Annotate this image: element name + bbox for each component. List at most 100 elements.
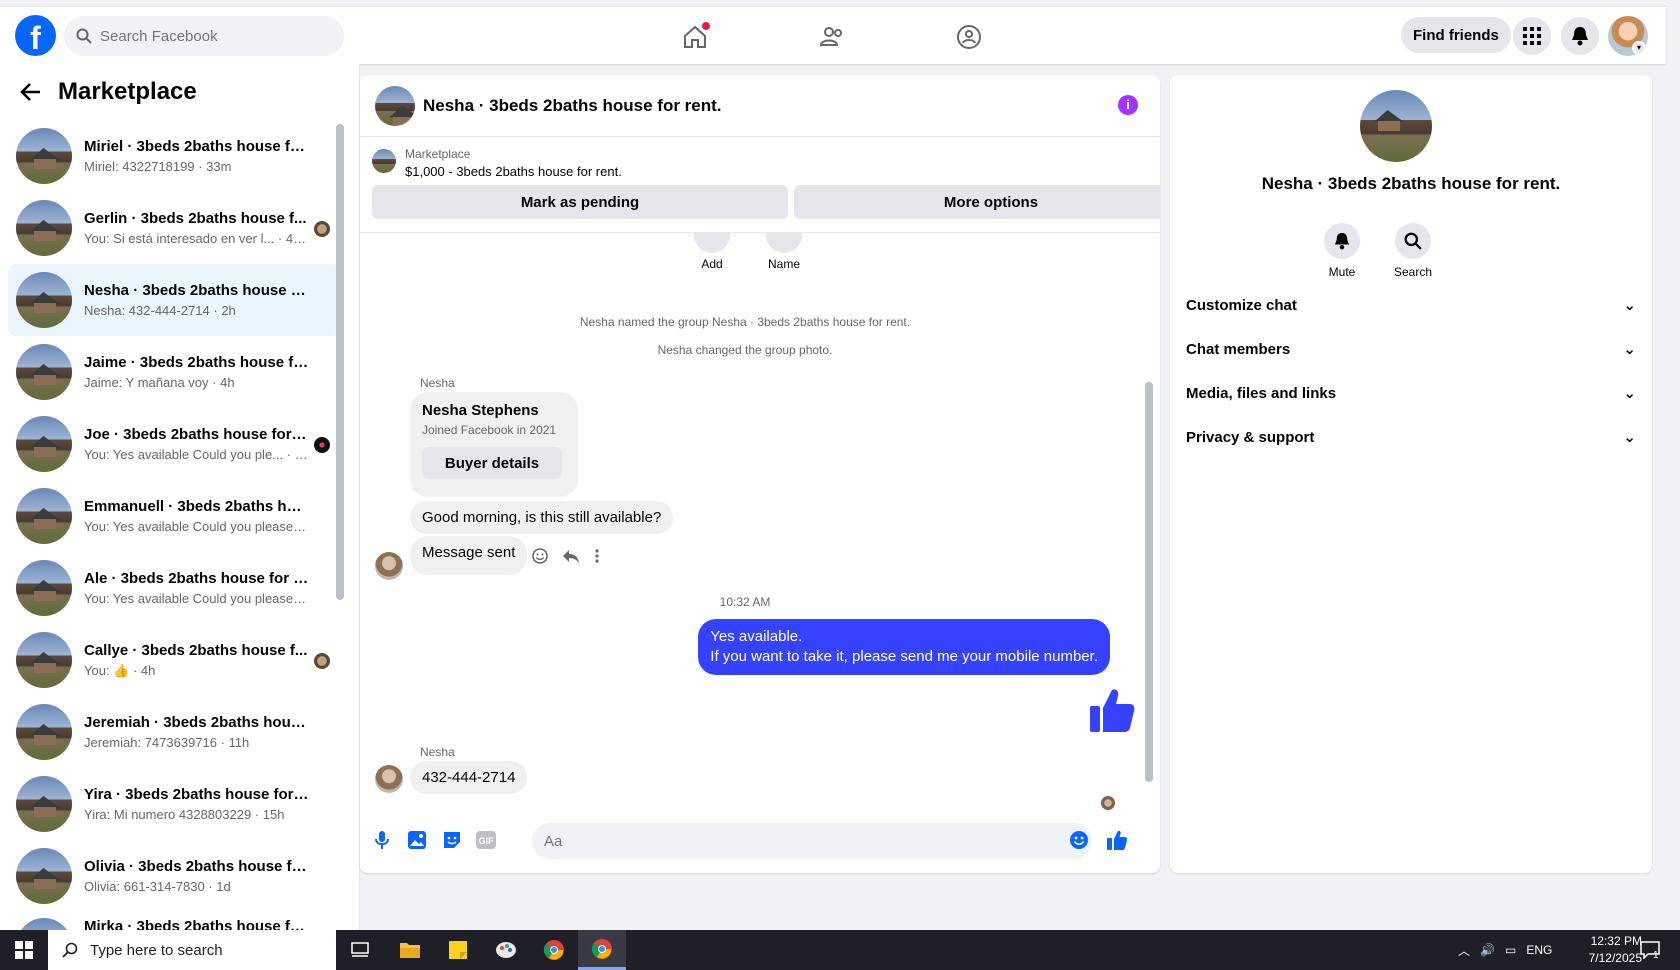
conversation-item[interactable]: Olivia · 3beds 2baths house for r... Oliv…: [8, 840, 338, 912]
conversation-preview: Jeremiah: 7473639716 · 11h: [84, 735, 250, 750]
listing-thumbnail: [16, 776, 72, 832]
system-clock[interactable]: 12:32 PM 7/12/2025: [1562, 933, 1642, 967]
conversation-item[interactable]: Joe · 3beds 2baths house for r... You: Ye…: [8, 408, 338, 480]
conversation-item[interactable]: Yira · 3beds 2baths house for rent. Yira:…: [8, 768, 338, 840]
name-group-action[interactable]: Name: [754, 233, 814, 271]
conversation-title: Miriel · 3beds 2baths house for r...: [84, 138, 309, 155]
search-in-conversation-action[interactable]: Search: [1383, 223, 1443, 279]
gif-icon[interactable]: GIF: [475, 829, 497, 851]
search-input[interactable]: [100, 27, 320, 45]
buyer-joined: Joined Facebook in 2021: [422, 423, 557, 437]
chevron-down-icon: ⌄: [1623, 385, 1636, 402]
conversation-item[interactable]: Miriel · 3beds 2baths house for r... Miri…: [8, 120, 338, 192]
sidebar-header: Marketplace: [0, 64, 359, 120]
conversation-item[interactable]: Jeremiah · 3beds 2baths house f... Jeremi…: [8, 696, 338, 768]
seen-avatar: [314, 437, 330, 453]
conversation-title: Olivia · 3beds 2baths house for r...: [84, 858, 309, 875]
chevron-down-icon: ⌄: [1623, 297, 1636, 314]
media-files-links-row[interactable]: Media, files and links ⌄: [1186, 371, 1636, 415]
customize-chat-row[interactable]: Customize chat ⌄: [1186, 283, 1636, 327]
conversation-preview: You: 👍 · 4h: [84, 662, 156, 678]
network-icon[interactable]: ▭: [1505, 943, 1516, 957]
conversation-preview: Nesha: 432-444-2714 · 2h: [84, 303, 236, 318]
account-chevron-icon[interactable]: ▾: [1632, 41, 1646, 55]
emoji-react-icon[interactable]: [532, 548, 548, 564]
conversation-item[interactable]: Gerlin · 3beds 2baths house f... You: Si …: [8, 192, 338, 264]
conversation-preview: You: Si está interesado en ver l... · 40…: [84, 231, 309, 246]
photo-attach-icon[interactable]: [406, 829, 428, 851]
conversation-item[interactable]: Callye · 3beds 2baths house f... You: 👍 ·…: [8, 624, 338, 696]
mark-as-pending-button[interactable]: Mark as pending: [372, 185, 788, 219]
windows-start-icon[interactable]: [0, 930, 48, 970]
info-icon[interactable]: i: [1118, 95, 1138, 115]
message-input[interactable]: [532, 823, 1092, 859]
chat-header: Nesha · 3beds 2baths house for rent. i: [360, 75, 1160, 137]
system-message: Nesha changed the group photo.: [657, 343, 833, 357]
task-view-icon[interactable]: [336, 930, 384, 970]
chat-members-row[interactable]: Chat members ⌄: [1186, 327, 1636, 371]
language-indicator[interactable]: ENG: [1526, 943, 1552, 957]
top-navigation-bar: f Find friends ▾: [0, 6, 1666, 64]
more-options-button[interactable]: More options: [794, 185, 1160, 219]
conversation-item[interactable]: Ale · 3beds 2baths house for rent. You: Y…: [8, 552, 338, 624]
conversation-title: Joe · 3beds 2baths house for r...: [84, 426, 309, 443]
listing-thumbnail: [16, 560, 72, 616]
seen-receipt-avatar: [1101, 796, 1115, 810]
sender-avatar[interactable]: [375, 765, 403, 793]
taskbar-search-box[interactable]: Type here to search: [48, 930, 336, 970]
info-title: Nesha · 3beds 2baths house for rent.: [1261, 174, 1561, 193]
more-vertical-icon[interactable]: [594, 548, 600, 564]
group-photo[interactable]: [1360, 90, 1432, 162]
conversation-title: Gerlin · 3beds 2baths house f...: [84, 210, 307, 227]
notifications-button[interactable]: [1561, 17, 1599, 55]
sender-avatar[interactable]: [375, 552, 403, 580]
notification-center-icon[interactable]: 1: [1640, 930, 1660, 970]
chrome-browser-active-icon[interactable]: [578, 930, 626, 970]
chrome-browser-icon[interactable]: [530, 930, 578, 970]
chevron-down-icon: ⌄: [1623, 429, 1636, 446]
friends-nav-icon[interactable]: [815, 20, 849, 54]
back-arrow-icon[interactable]: [20, 82, 42, 102]
listing-thumbnail: [16, 848, 72, 904]
message-thread: Add Name Nesha named the group Nesha · 3…: [360, 233, 1160, 810]
facebook-logo-icon[interactable]: f: [15, 15, 56, 56]
sticker-icon[interactable]: [441, 829, 463, 851]
paint-app-icon[interactable]: [482, 930, 530, 970]
chevron-down-icon: ⌄: [1623, 341, 1636, 358]
conversation-preview: You: Yes available Could you please... ·…: [84, 519, 309, 534]
listing-thumbnail: [372, 149, 396, 173]
incoming-message: Good morning, is this still available?: [410, 501, 674, 534]
svg-text:GIF: GIF: [479, 836, 495, 846]
listing-price-title[interactable]: $1,000 - 3beds 2baths house for rent.: [405, 164, 622, 179]
conversation-preview: You: Yes available Could you ple... · 4h: [84, 447, 309, 462]
windows-taskbar: Type here to search ︿ 🔊 ▭ ENG 12:32 PM 7…: [0, 930, 1680, 970]
sticky-notes-icon[interactable]: [434, 930, 482, 970]
emoji-picker-icon[interactable]: [1068, 829, 1090, 851]
volume-icon[interactable]: 🔊: [1480, 943, 1495, 957]
conversation-item[interactable]: Emmanuell · 3beds 2baths hous... You: Yes…: [8, 480, 338, 552]
microphone-icon[interactable]: [371, 829, 393, 851]
chat-title[interactable]: Nesha · 3beds 2baths house for rent.: [423, 96, 722, 116]
chevron-up-icon[interactable]: ︿: [1458, 942, 1470, 959]
groups-nav-icon[interactable]: [952, 20, 986, 54]
chat-scrollbar[interactable]: [1145, 382, 1153, 782]
send-like-icon[interactable]: [1106, 829, 1128, 851]
mute-action[interactable]: Mute: [1312, 223, 1372, 279]
conversation-item-active[interactable]: Nesha · 3beds 2baths house for ... Nesha:…: [8, 264, 338, 336]
add-member-action[interactable]: Add: [682, 233, 742, 271]
conversation-preview: Olivia: 661-314-7830 · 1d: [84, 879, 231, 894]
buyer-details-button[interactable]: Buyer details: [422, 447, 562, 479]
find-friends-button[interactable]: Find friends: [1401, 17, 1511, 53]
chat-avatar[interactable]: [375, 85, 415, 126]
timestamp: 10:32 AM: [719, 595, 771, 609]
conversation-item[interactable]: Jaime · 3beds 2baths house for r... Jaime…: [8, 336, 338, 408]
menu-grid-button[interactable]: [1513, 17, 1551, 55]
reply-icon[interactable]: [562, 548, 580, 564]
home-nav-icon[interactable]: [678, 20, 712, 54]
privacy-support-row[interactable]: Privacy & support ⌄: [1186, 415, 1636, 459]
conversation-title: Emmanuell · 3beds 2baths hous...: [84, 498, 309, 515]
sidebar-scrollbar[interactable]: [336, 124, 344, 600]
file-explorer-icon[interactable]: [386, 930, 434, 970]
facebook-search-box[interactable]: [64, 16, 344, 56]
outgoing-message: Yes available. If you want to take it, p…: [698, 619, 1110, 675]
